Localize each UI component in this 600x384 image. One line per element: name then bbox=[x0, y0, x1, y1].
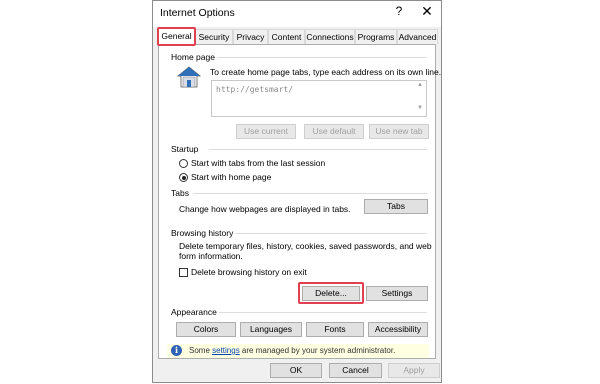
accessibility-button[interactable]: Accessibility bbox=[368, 322, 428, 337]
use-current-button[interactable]: Use current bbox=[236, 124, 296, 139]
settings-button[interactable]: Settings bbox=[366, 286, 428, 301]
tab-general[interactable]: General bbox=[158, 28, 195, 45]
close-button[interactable]: ✕ bbox=[418, 3, 436, 20]
info-suffix: are managed by your system administrator… bbox=[239, 346, 396, 355]
admin-info-text: Some settings are managed by your system… bbox=[189, 345, 395, 356]
startup-option-home-page[interactable]: Start with home page bbox=[191, 172, 271, 183]
window-title: Internet Options bbox=[160, 7, 235, 19]
startup-heading: Startup bbox=[171, 144, 199, 154]
startup-radio-home-page[interactable] bbox=[179, 173, 188, 182]
tab-connections[interactable]: Connections bbox=[305, 29, 355, 44]
divider bbox=[217, 57, 427, 58]
cancel-button[interactable]: Cancel bbox=[329, 363, 382, 378]
home-page-heading: Home page bbox=[171, 52, 215, 62]
startup-radio-last-session[interactable] bbox=[179, 159, 188, 168]
ok-button[interactable]: OK bbox=[270, 363, 322, 378]
startup-option-last-session[interactable]: Start with tabs from the last session bbox=[191, 158, 325, 169]
tab-security[interactable]: Security bbox=[195, 29, 233, 44]
tab-advanced[interactable]: Advanced bbox=[397, 29, 438, 44]
home-page-url-field[interactable]: http://getsmart/ bbox=[211, 80, 427, 117]
fonts-button[interactable]: Fonts bbox=[306, 322, 364, 337]
home-page-icon bbox=[177, 66, 201, 88]
info-icon: i bbox=[171, 345, 182, 356]
delete-history-on-exit-checkbox[interactable] bbox=[179, 268, 188, 277]
internet-options-dialog: Internet Options ? ✕ General Security Pr… bbox=[152, 0, 442, 383]
browsing-history-description-line2: form information. bbox=[179, 251, 243, 261]
scroll-down-arrow-icon[interactable]: ▼ bbox=[416, 105, 424, 111]
divider bbox=[193, 193, 427, 194]
tab-programs[interactable]: Programs bbox=[355, 29, 397, 44]
browsing-history-heading: Browsing history bbox=[171, 228, 234, 238]
browsing-history-description: Delete temporary files, history, cookies… bbox=[179, 241, 432, 251]
divider bbox=[235, 233, 427, 234]
languages-button[interactable]: Languages bbox=[240, 322, 302, 337]
home-page-url-value: http://getsmart/ bbox=[216, 85, 294, 94]
use-default-button[interactable]: Use default bbox=[304, 124, 364, 139]
delete-history-on-exit-label[interactable]: Delete browsing history on exit bbox=[191, 267, 307, 278]
settings-link[interactable]: settings bbox=[212, 346, 240, 355]
use-new-tab-button[interactable]: Use new tab bbox=[369, 124, 429, 139]
info-prefix: Some bbox=[189, 346, 213, 355]
divider bbox=[209, 149, 427, 150]
appearance-heading: Appearance bbox=[171, 307, 217, 317]
tab-privacy[interactable]: Privacy bbox=[233, 29, 268, 44]
tab-content[interactable]: Content bbox=[268, 29, 305, 44]
admin-info-bar: i Some settings are managed by your syst… bbox=[167, 344, 429, 358]
divider bbox=[219, 312, 427, 313]
title-bar: Internet Options ? ✕ bbox=[153, 1, 441, 27]
home-page-description: To create home page tabs, type each addr… bbox=[210, 67, 442, 77]
colors-button[interactable]: Colors bbox=[176, 322, 236, 337]
tabs-description: Change how webpages are displayed in tab… bbox=[179, 204, 351, 214]
general-tab-panel: Home page To create home page tabs, type… bbox=[158, 44, 441, 359]
help-button[interactable]: ? bbox=[391, 4, 407, 18]
apply-button[interactable]: Apply bbox=[388, 363, 440, 378]
delete-button[interactable]: Delete... bbox=[302, 286, 360, 301]
tab-strip: General Security Privacy Content Connect… bbox=[158, 28, 438, 45]
tabs-button[interactable]: Tabs bbox=[364, 199, 428, 214]
tabs-heading: Tabs bbox=[171, 188, 189, 198]
scroll-up-arrow-icon[interactable]: ▲ bbox=[416, 82, 424, 88]
